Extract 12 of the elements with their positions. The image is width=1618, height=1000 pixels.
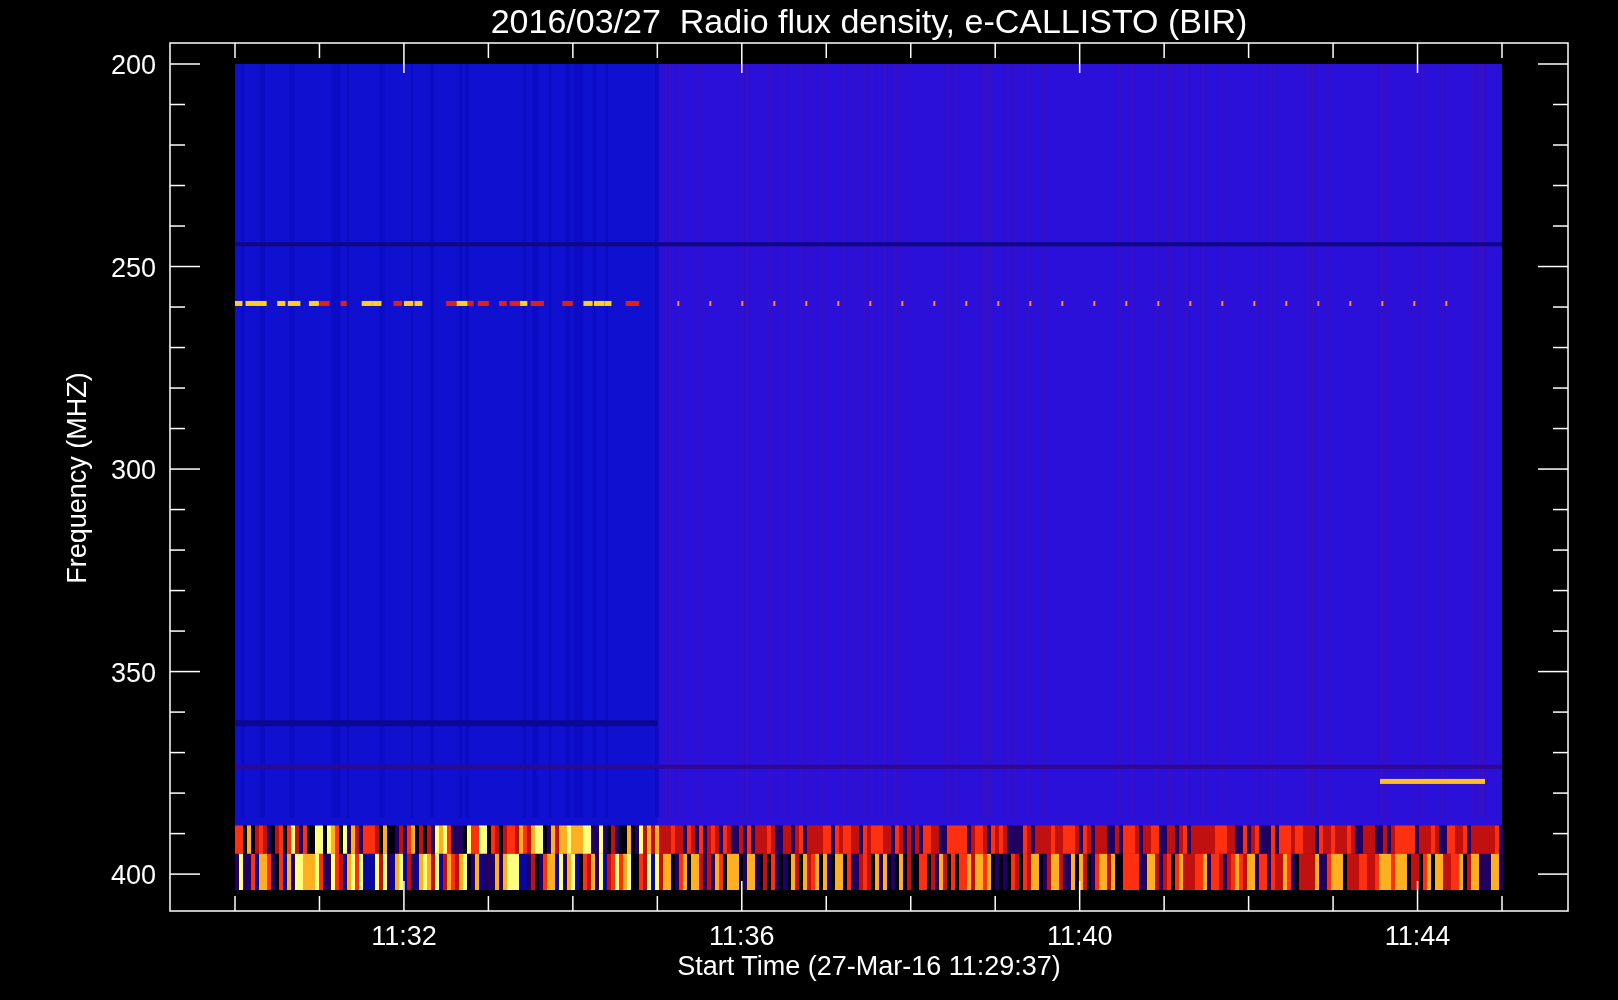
y-tick-label: 200: [110, 50, 156, 80]
x-tick-label: 11:36: [709, 921, 775, 951]
x-tick-label: 11:32: [371, 921, 437, 951]
y-tick-label: 300: [110, 455, 156, 486]
y-tick-label: 400: [110, 860, 156, 891]
x-axis-label: Start Time (27-Mar-16 11:29:37): [677, 951, 1061, 981]
y-axis-label: Frequency (MHZ): [62, 372, 92, 584]
x-tick-label: 11:40: [1046, 921, 1113, 951]
y-tick-label: 350: [110, 657, 156, 688]
x-tick-label: 11:44: [1384, 921, 1451, 951]
chart-title: 2016/03/27 Radio flux density, e-CALLISTO (BIR): [490, 2, 1248, 40]
y-tick-label: 250: [110, 252, 156, 283]
